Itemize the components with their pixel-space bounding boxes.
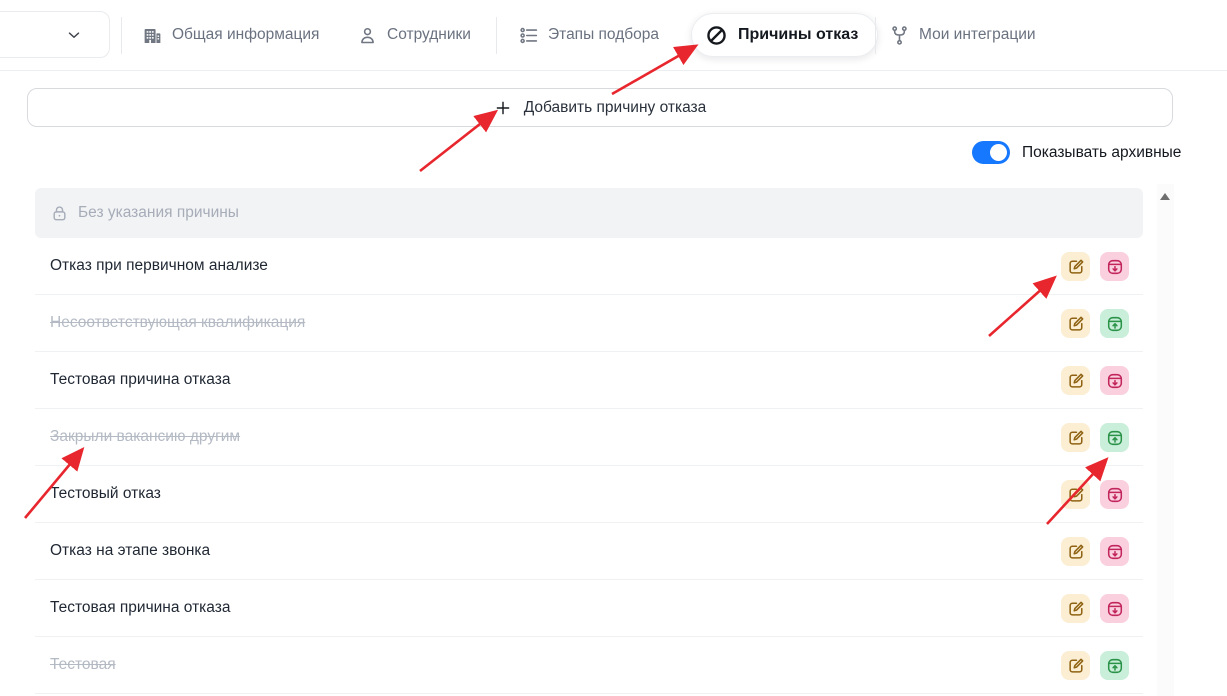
reason-label: Закрыли вакансию другим	[50, 428, 241, 445]
archive-reason-button[interactable]	[1100, 252, 1129, 281]
building-icon	[144, 28, 161, 43]
show-archived-control: Показывать архивные	[972, 141, 1181, 164]
reason-label: Несоответствующая квалификация	[50, 314, 306, 331]
unarchive-reason-button[interactable]	[1100, 651, 1129, 680]
toggle-label: Показывать архивные	[1022, 143, 1182, 161]
reason-label: Тестовая причина отказа	[50, 599, 231, 616]
entity-dropdown[interactable]	[0, 11, 110, 58]
archive-reason-button[interactable]	[1100, 537, 1129, 566]
tab-general-info[interactable]: Общая информация	[142, 0, 319, 70]
locked-reason-row: Без указания причины	[35, 188, 1143, 238]
archive-down-icon	[1107, 544, 1122, 559]
reason-row: Закрыли вакансию другим	[35, 409, 1143, 466]
edit-reason-button[interactable]	[1061, 366, 1090, 395]
reason-label: Отказ при первичном анализе	[50, 257, 268, 274]
archive-down-icon	[1107, 487, 1122, 502]
tab-label: Мои интеграции	[919, 26, 1036, 43]
person-icon	[361, 27, 374, 43]
archive-reason-button[interactable]	[1100, 480, 1129, 509]
add-rejection-reason-button[interactable]: Добавить причину отказа	[27, 88, 1173, 127]
reason-row: Несоответствующая квалификация	[35, 295, 1143, 352]
archive-reason-button[interactable]	[1100, 594, 1129, 623]
reason-row: Тестовая	[35, 637, 1143, 694]
scrollbar-up-arrow-icon[interactable]	[1160, 193, 1170, 200]
edit-icon	[1068, 373, 1083, 388]
reason-row: Тестовый отказ	[35, 466, 1143, 523]
edit-reason-button[interactable]	[1061, 480, 1090, 509]
archive-reason-button[interactable]	[1100, 366, 1129, 395]
edit-icon	[1068, 658, 1083, 673]
tab-employees[interactable]: Сотрудники	[357, 0, 471, 70]
page: Общая информация Сотрудники Этапы подбор…	[0, 0, 1227, 696]
add-button-label: Добавить причину отказа	[523, 98, 707, 116]
branch-icon	[892, 25, 907, 45]
tab-recruitment-stages[interactable]: Этапы подбора	[518, 0, 659, 70]
unarchive-up-icon	[1107, 658, 1122, 673]
plus-icon	[496, 101, 510, 114]
reason-label: Тестовая причина отказа	[50, 371, 231, 388]
list-icon	[520, 27, 538, 43]
edit-icon	[1068, 430, 1083, 445]
locked-row-label: Без указания причины	[78, 204, 239, 221]
edit-reason-button[interactable]	[1061, 594, 1090, 623]
chevron-down-icon	[68, 32, 80, 38]
toggle-knob	[990, 144, 1007, 161]
reason-row: Отказ при первичном анализе	[35, 238, 1143, 295]
edit-icon	[1068, 259, 1083, 274]
tab-label: Этапы подбора	[548, 26, 659, 43]
divider	[496, 17, 497, 54]
edit-reason-button[interactable]	[1061, 252, 1090, 281]
tab-label: Общая информация	[172, 26, 320, 43]
unarchive-reason-button[interactable]	[1100, 423, 1129, 452]
scrollbar-track[interactable]	[1157, 184, 1174, 696]
edit-icon	[1068, 316, 1083, 331]
divider	[875, 17, 876, 54]
edit-reason-button[interactable]	[1061, 423, 1090, 452]
tab-bar: Общая информация Сотрудники Этапы подбор…	[0, 0, 1227, 71]
reason-label: Тестовый отказ	[50, 485, 161, 502]
block-icon	[707, 25, 726, 45]
tab-label: Сотрудники	[387, 26, 471, 43]
tab-label: Причины отказ	[738, 26, 859, 43]
tab-my-integrations[interactable]: Мои интеграции	[889, 0, 1036, 70]
archive-down-icon	[1107, 259, 1122, 274]
edit-icon	[1068, 601, 1083, 616]
reason-label: Отказ на этапе звонка	[50, 542, 211, 559]
edit-reason-button[interactable]	[1061, 651, 1090, 680]
unarchive-up-icon	[1107, 316, 1122, 331]
reason-row: Отказ на этапе звонка	[35, 523, 1143, 580]
unarchive-reason-button[interactable]	[1100, 309, 1129, 338]
archive-down-icon	[1107, 601, 1122, 616]
reason-row: Тестовая причина отказа	[35, 352, 1143, 409]
reason-list: Без указания причины Отказ при первичном…	[35, 188, 1143, 694]
edit-reason-button[interactable]	[1061, 309, 1090, 338]
edit-reason-button[interactable]	[1061, 537, 1090, 566]
unarchive-up-icon	[1107, 430, 1122, 445]
edit-icon	[1068, 487, 1083, 502]
archive-down-icon	[1107, 373, 1122, 388]
reason-label: Тестовая	[50, 656, 116, 673]
edit-icon	[1068, 544, 1083, 559]
divider	[121, 17, 122, 54]
reason-row: Тестовая причина отказа	[35, 580, 1143, 637]
show-archived-toggle[interactable]	[972, 141, 1010, 164]
lock-icon	[53, 205, 66, 220]
tab-rejection-reasons[interactable]: Причины отказ	[691, 13, 879, 57]
